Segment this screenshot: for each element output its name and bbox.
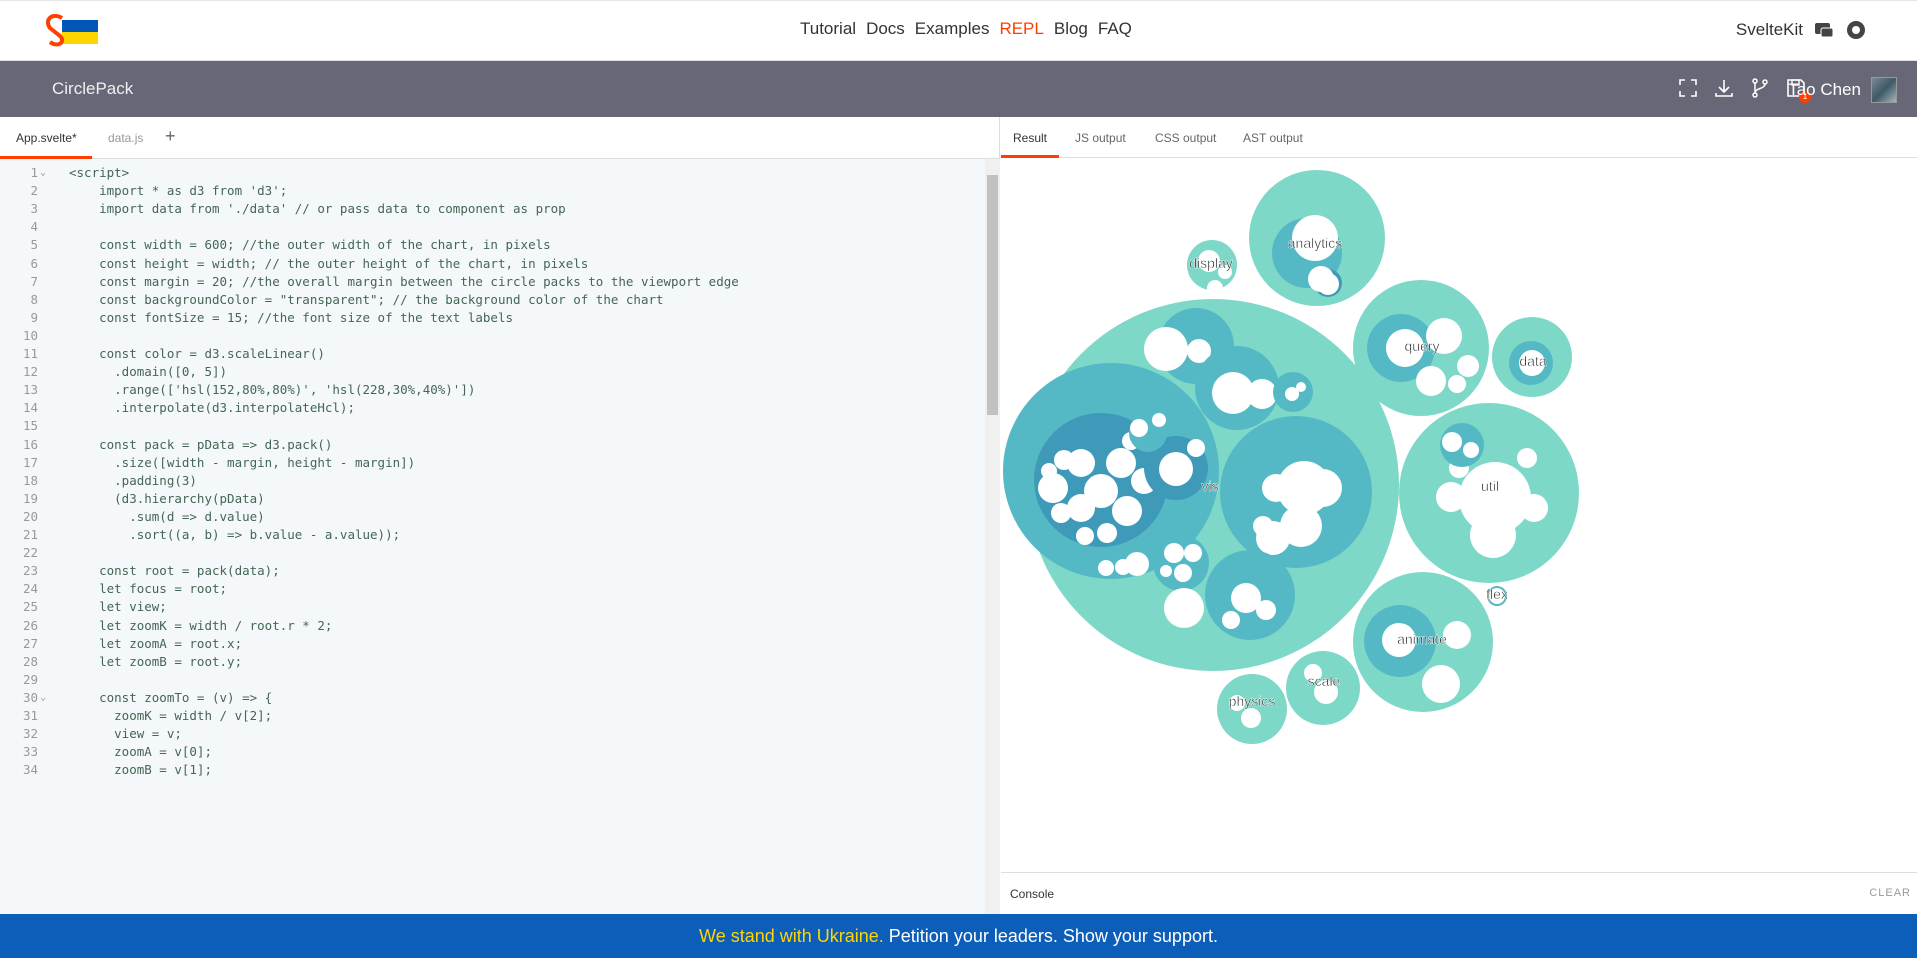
nav-link-tutorial[interactable]: Tutorial [800,19,856,39]
pack-circle[interactable] [1308,266,1334,292]
code-editor-pane: App.svelte* data.js + 1 ⌄ <script> 2 import… [0,117,1000,914]
pack-label-data: data [1519,353,1546,369]
pack-label-analytics: analytics [1288,235,1342,251]
pack-circle[interactable] [1130,419,1148,437]
nav-link-sveltekit[interactable]: SvelteKit [1736,20,1803,40]
repl-app-bar: CirclePack 1 Tao Chen [0,61,1917,117]
pack-circle[interactable] [1416,366,1446,396]
pack-circle[interactable] [1207,280,1223,296]
nav-link-docs[interactable]: Docs [866,19,905,39]
pack-circle[interactable] [1253,516,1273,536]
nav-links: Tutorial Docs Examples REPL Blog FAQ [800,19,1132,39]
pack-label-animate: animate [1397,631,1447,647]
pack-circle[interactable] [1436,482,1466,512]
pack-label-display: display [1189,255,1233,271]
tab-data-js[interactable]: data.js [108,131,143,145]
nav-link-blog[interactable]: Blog [1054,19,1088,39]
pack-circle[interactable] [1125,552,1149,576]
tab-ast-output[interactable]: AST output [1243,131,1303,145]
user-menu[interactable]: Tao Chen [1788,77,1897,103]
top-navigation: Tutorial Docs Examples REPL Blog FAQ Sve… [0,0,1917,61]
pack-circle[interactable] [1106,448,1136,478]
add-tab-button[interactable]: + [165,126,176,147]
banner-text: Petition your leaders. Show your support… [883,926,1218,946]
pack-circle[interactable] [1054,450,1074,470]
pack-circle[interactable] [1222,611,1240,629]
nav-link-examples[interactable]: Examples [915,19,990,39]
pack-circle[interactable] [1041,463,1057,479]
tab-app-svelte[interactable]: App.svelte* [16,131,77,145]
pack-label-util: util [1481,478,1499,494]
nav-link-faq[interactable]: FAQ [1098,19,1132,39]
code-text: zoomB = v[1]; [69,762,212,778]
output-tabs: Result JS output CSS output AST output [1001,117,1917,158]
console-bar[interactable]: Console CLEAR [1001,872,1917,914]
pack-circle[interactable] [1517,448,1537,468]
pack-circle[interactable] [1241,708,1261,728]
tab-js-output[interactable]: JS output [1075,131,1126,145]
console-label: Console [1010,887,1055,901]
pack-circle[interactable] [1160,565,1172,577]
pack-label-flex: flex [1486,586,1508,602]
pack-circle[interactable] [1520,494,1548,522]
console-clear-button[interactable]: CLEAR [1869,887,1911,899]
pack-circle[interactable] [1262,474,1290,502]
pack-circle[interactable] [1097,523,1117,543]
pack-circle[interactable] [1304,469,1342,507]
ukraine-banner[interactable]: We stand with Ukraine. Petition your lea… [0,914,1917,958]
circle-pack-visualization[interactable]: display analytics query data vis util flex anim… [1001,158,1917,872]
code-area[interactable]: 1 ⌄ <script> 2 import * as d3 from 'd3'; 3 i… [0,159,985,914]
download-icon[interactable] [1713,77,1735,99]
pack-circle[interactable] [1152,413,1166,427]
pack-circle[interactable] [1422,665,1460,703]
pack-circle[interactable] [1076,527,1094,545]
github-icon[interactable] [1845,19,1867,41]
pack-label-vis: vis [1201,478,1218,494]
fork-icon[interactable] [1749,77,1771,99]
editor-tabs: App.svelte* data.js + [0,117,999,159]
editor-scrollbar-thumb[interactable] [987,175,998,415]
result-pane: Result JS output CSS output AST output d… [1001,117,1917,914]
tab-css-output[interactable]: CSS output [1155,131,1216,145]
pack-circle[interactable] [1159,452,1193,486]
pack-circle[interactable] [1457,355,1479,377]
pack-circle[interactable] [1144,327,1188,371]
pack-circle[interactable] [1463,442,1479,458]
pack-circle[interactable] [1247,379,1277,409]
pack-circle[interactable] [1448,375,1466,393]
pack-circle[interactable] [1443,621,1471,649]
discord-chat-icon[interactable] [1813,19,1835,41]
pack-label-query: query [1404,338,1439,354]
pack-label-physics: physics [1229,693,1276,709]
app-title[interactable]: CirclePack [52,79,133,99]
pack-circle[interactable] [1098,560,1114,576]
nav-link-repl[interactable]: REPL [999,19,1043,39]
user-name: Tao Chen [1788,80,1861,99]
pack-circle[interactable] [1256,600,1276,620]
pack-circle[interactable] [1296,382,1306,392]
pack-circle[interactable] [1164,588,1204,628]
editor-scrollbar[interactable] [985,159,1000,914]
pack-circle[interactable] [1164,543,1184,563]
pack-circle[interactable] [1153,535,1209,591]
pack-circle[interactable] [1112,496,1142,526]
nav-right: SvelteKit [1736,19,1867,41]
pack-circle[interactable] [1174,564,1192,582]
pack-label-scale: scale [1308,673,1341,689]
banner-highlight: We stand with Ukraine. [699,926,884,946]
fullscreen-icon[interactable] [1677,77,1699,99]
code-line[interactable]: 34 zoomB = v[1]; [0,759,985,781]
tab-result[interactable]: Result [1013,131,1047,145]
pack-circle[interactable] [1442,432,1462,452]
avatar [1871,77,1897,103]
pack-circle[interactable] [1051,503,1071,523]
line-number: 34 [22,762,38,778]
pack-circle[interactable] [1084,474,1118,508]
pack-circle[interactable] [1470,512,1516,558]
svelte-ukraine-logo[interactable] [42,14,100,48]
pack-circle[interactable] [1187,439,1205,457]
pack-circle[interactable] [1184,544,1202,562]
